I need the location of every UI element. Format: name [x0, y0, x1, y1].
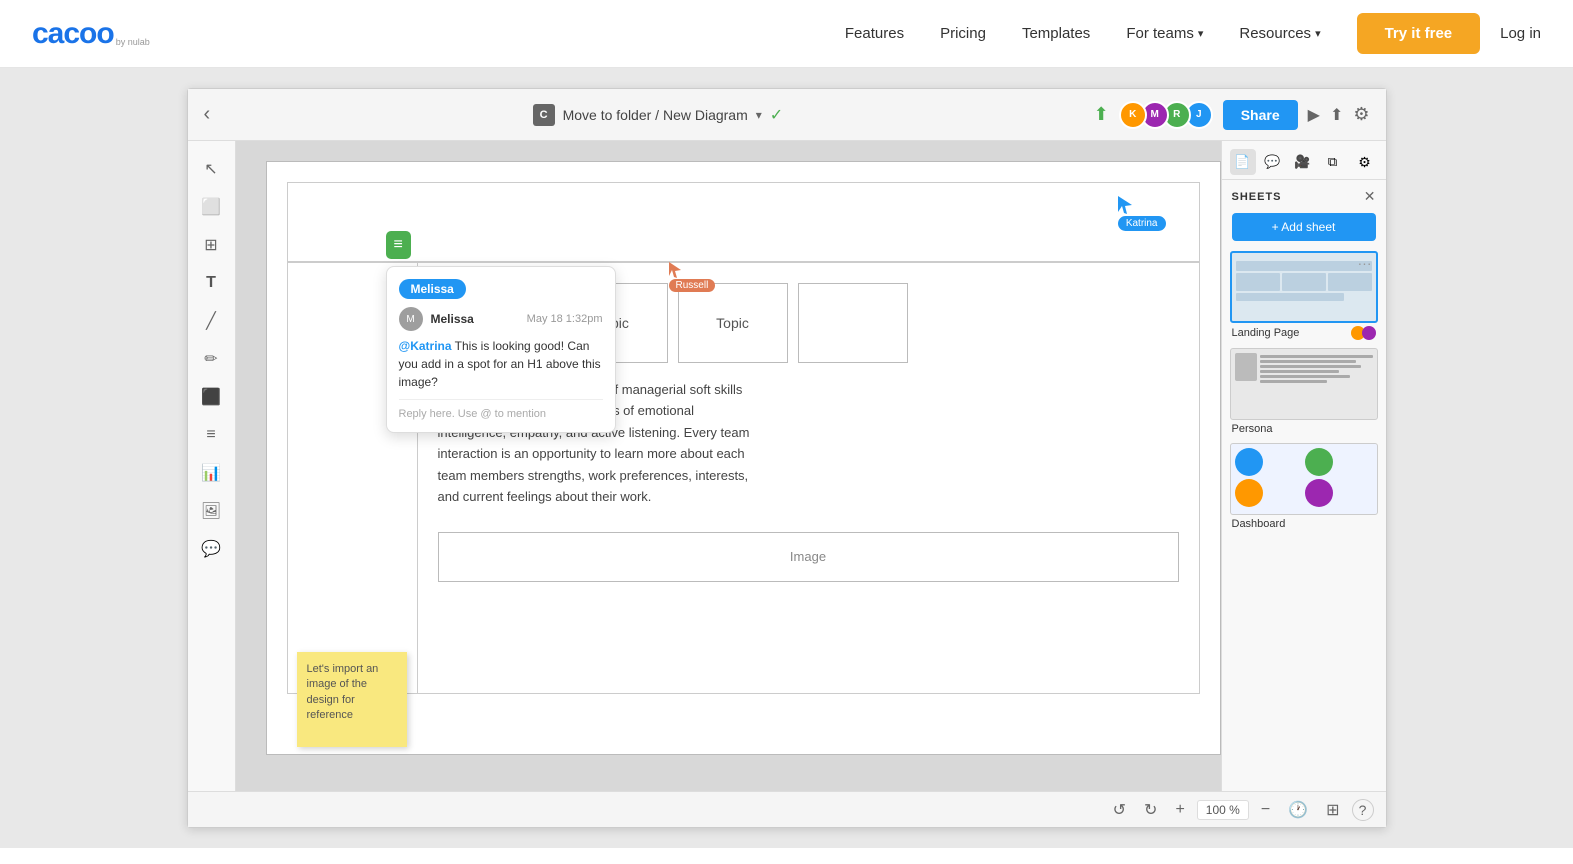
avatar-1: K: [1119, 101, 1147, 129]
logo-text: cacoo: [32, 19, 114, 49]
header-wireframe: [287, 182, 1200, 262]
for-teams-chevron-icon: ▾: [1198, 27, 1204, 40]
comment-popup: Melissa M Melissa May 18 1:32pm @Katrina…: [386, 266, 616, 433]
russell-label: Russell: [669, 279, 716, 292]
main-nav: cacoo by nulab Features Pricing Template…: [0, 0, 1573, 68]
left-toolbar: ↖ ⬜ ⊞ T ╱ ✏ ⬛ ≡ 📊 🖼 💬: [188, 141, 236, 791]
comment-text: @Katrina This is looking good! Can you a…: [399, 337, 603, 391]
export-button[interactable]: ⬆: [1330, 105, 1343, 125]
sheet-thumb-dashboard: [1230, 443, 1378, 515]
line-tool-button[interactable]: ╱: [195, 305, 227, 337]
sheets-title: SHEETS: [1232, 191, 1282, 203]
russell-cursor: Russell: [669, 262, 716, 292]
commenter-name: Melissa: [431, 312, 474, 326]
sheet-item-landing-page[interactable]: ··· Landing Page: [1230, 251, 1378, 340]
app-settings-button[interactable]: ⚙: [1353, 104, 1369, 125]
comment-timestamp: May 18 1:32pm: [527, 313, 603, 325]
text-tool-button[interactable]: T: [195, 267, 227, 299]
app-toolbar: ‹ C Move to folder / New Diagram ▾ ✓ ⬆ K…: [188, 89, 1386, 141]
sticky-note[interactable]: Let's import an image of the design for …: [297, 652, 407, 747]
persona-face-icon: [1235, 353, 1257, 381]
comment-bubble[interactable]: ≡ Melissa M Melissa May 18 1:32pm @Katri…: [386, 231, 411, 259]
panel-tab-copy-icon[interactable]: ⧉: [1320, 149, 1346, 175]
diagram-title: C Move to folder / New Diagram ▾ ✓: [222, 104, 1093, 126]
fit-button[interactable]: ⊞: [1320, 798, 1345, 822]
nav-link-pricing[interactable]: Pricing: [940, 25, 986, 42]
dropdown-arrow-icon: ▾: [756, 108, 762, 122]
app-window: ‹ C Move to folder / New Diagram ▾ ✓ ⬆ K…: [187, 88, 1387, 828]
sheet-thumb-dots: ···: [1358, 255, 1372, 271]
comment-icon[interactable]: ≡: [386, 231, 411, 259]
topic-box-3: Russell Topic: [678, 283, 788, 363]
avatar-group: K M R J: [1119, 101, 1213, 129]
logo-sub: by nulab: [116, 37, 150, 47]
zoom-out-button[interactable]: −: [1255, 799, 1276, 821]
katrina-cursor: Katrina: [1118, 196, 1166, 231]
sheets-close-button[interactable]: ✕: [1364, 188, 1376, 205]
header-actions: ⬆ K M R J Share ▶ ⬆ ⚙: [1094, 100, 1370, 130]
help-button[interactable]: ?: [1352, 799, 1374, 821]
undo-button[interactable]: ↺: [1107, 798, 1132, 822]
select-tool-button[interactable]: ↖: [195, 153, 227, 185]
panel-tab-comment-icon[interactable]: 💬: [1260, 149, 1286, 175]
panel-tab-video-icon[interactable]: 🎥: [1290, 149, 1316, 175]
grid-tool-button[interactable]: ⊞: [195, 229, 227, 261]
main-content: ‹ C Move to folder / New Diagram ▾ ✓ ⬆ K…: [0, 68, 1573, 848]
logo[interactable]: cacoo by nulab: [32, 19, 150, 49]
try-it-free-button[interactable]: Try it free: [1357, 13, 1481, 54]
pen-tool-button[interactable]: ✏: [195, 343, 227, 375]
app-body: ↖ ⬜ ⊞ T ╱ ✏ ⬛ ≡ 📊 🖼 💬: [188, 141, 1386, 791]
comment-tool-button[interactable]: 💬: [195, 533, 227, 565]
bottom-bar: ↺ ↻ + 100 % − 🕐 ⊞ ?: [188, 791, 1386, 827]
sheet-label-landing: Landing Page: [1230, 326, 1378, 340]
canvas-area[interactable]: Topic Topic: [236, 141, 1221, 791]
zoom-display: 100 %: [1197, 800, 1249, 820]
sheet-item-dashboard[interactable]: Dashboard: [1230, 443, 1378, 530]
panel-tabs: 📄 💬 🎥 ⧉ ⚙: [1222, 141, 1386, 180]
share-button[interactable]: Share: [1223, 100, 1298, 130]
resources-chevron-icon: ▾: [1315, 27, 1321, 40]
nav-link-features[interactable]: Features: [845, 25, 904, 42]
right-panel: 📄 💬 🎥 ⧉ ⚙ SHEETS ✕ + Add sheet ···: [1221, 141, 1386, 791]
katrina-label: Katrina: [1118, 216, 1166, 231]
back-button[interactable]: ‹: [204, 103, 211, 126]
login-link[interactable]: Log in: [1500, 25, 1541, 42]
sheets-header: SHEETS ✕: [1222, 180, 1386, 209]
saved-check-icon: ✓: [770, 105, 783, 125]
table-tool-button[interactable]: ≡: [195, 419, 227, 451]
chart-tool-button[interactable]: 📊: [195, 457, 227, 489]
nav-link-resources[interactable]: Resources▾: [1239, 25, 1320, 42]
comment-reply-area[interactable]: Reply here. Use @ to mention: [399, 399, 603, 420]
rectangle-tool-button[interactable]: ⬜: [195, 191, 227, 223]
nav-link-templates[interactable]: Templates: [1022, 25, 1090, 42]
topic-box-4: [798, 283, 908, 363]
panel-settings-icon[interactable]: ⚙: [1352, 149, 1378, 175]
redo-button[interactable]: ↻: [1138, 798, 1163, 822]
image-tool-button[interactable]: 🖼: [195, 495, 227, 527]
nav-link-for-teams[interactable]: For teams▾: [1126, 25, 1203, 42]
sheet-thumb-persona: [1230, 348, 1378, 420]
comment-meta: M Melissa May 18 1:32pm: [399, 307, 603, 331]
sheet-label-dashboard: Dashboard: [1230, 518, 1378, 530]
comment-author-tag: Melissa: [399, 279, 466, 299]
cursor-green-icon: ⬆: [1094, 104, 1109, 125]
shape-tool-button[interactable]: ⬛: [195, 381, 227, 413]
history-button[interactable]: 🕐: [1282, 798, 1314, 822]
add-element-button[interactable]: +: [1169, 799, 1190, 821]
comment-mention: @Katrina: [399, 339, 452, 353]
sheet-item-persona[interactable]: Persona: [1230, 348, 1378, 435]
commenter-avatar: M: [399, 307, 423, 331]
sheet-avatars-landing: [1351, 326, 1376, 340]
sheet-thumb-landing: ···: [1230, 251, 1378, 323]
play-button[interactable]: ▶: [1308, 105, 1320, 125]
diagram-title-text[interactable]: Move to folder / New Diagram: [563, 107, 748, 123]
cacoo-icon: C: [533, 104, 555, 126]
panel-tab-page-icon[interactable]: 📄: [1230, 149, 1256, 175]
add-sheet-button[interactable]: + Add sheet: [1232, 213, 1376, 241]
sheet-label-persona: Persona: [1230, 423, 1378, 435]
image-placeholder-box: Image: [438, 532, 1179, 582]
nav-links: Features Pricing Templates For teams▾ Re…: [845, 25, 1321, 42]
